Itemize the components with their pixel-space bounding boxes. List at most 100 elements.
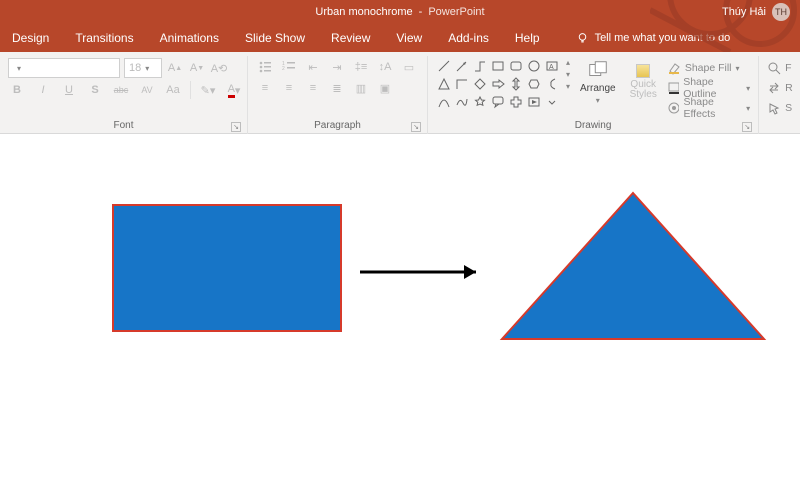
title-bar: Urban monochrome - PowerPoint Thúy Hải T… — [0, 0, 800, 24]
tab-help[interactable]: Help — [515, 31, 540, 45]
gallery-up-icon[interactable]: ▴ — [566, 58, 570, 67]
line-spacing-button[interactable]: ‡≡ — [352, 58, 370, 76]
arrow-right-illustration — [358, 262, 488, 282]
justify-button[interactable]: ≣ — [328, 79, 346, 97]
circle-icon[interactable] — [526, 58, 542, 74]
quick-styles-button[interactable]: Quick Styles — [626, 58, 661, 106]
plus-icon[interactable] — [508, 94, 524, 110]
arrange-button[interactable]: Arrange ▾ — [576, 58, 620, 106]
curve-icon[interactable] — [436, 94, 452, 110]
decrease-font-button[interactable]: A▼ — [188, 59, 206, 77]
hexagon-icon[interactable] — [526, 76, 542, 92]
align-center-button[interactable]: ≡ — [280, 79, 298, 97]
lightbulb-icon — [576, 32, 589, 45]
select-button[interactable]: S — [767, 100, 792, 116]
rectangle-shape[interactable] — [112, 204, 342, 332]
callout-icon[interactable] — [490, 94, 506, 110]
align-right-button[interactable]: ≡ — [304, 79, 322, 97]
arrow-updown-icon[interactable] — [508, 76, 524, 92]
triangle-icon[interactable] — [436, 76, 452, 92]
elbow-icon[interactable] — [454, 76, 470, 92]
shape-fill-button[interactable]: Shape Fill▾ — [667, 60, 750, 76]
tab-animations[interactable]: Animations — [160, 31, 219, 45]
gallery-down-icon[interactable]: ▾ — [566, 70, 570, 79]
text-direction-button[interactable]: ↕A — [376, 58, 394, 76]
app-name: PowerPoint — [428, 6, 484, 18]
tab-view[interactable]: View — [396, 31, 422, 45]
clear-formatting-button[interactable]: A⟲ — [210, 59, 228, 77]
underline-button[interactable]: U — [60, 81, 78, 99]
font-family-combo[interactable]: ▾ — [8, 58, 120, 78]
svg-text:A: A — [549, 64, 554, 71]
text-shadow-button[interactable]: S — [86, 81, 104, 99]
star-icon[interactable] — [472, 94, 488, 110]
increase-font-button[interactable]: A▲ — [166, 59, 184, 77]
font-size-combo[interactable]: 18 ▾ — [124, 58, 162, 78]
svg-text:2: 2 — [282, 66, 285, 72]
separator — [190, 81, 191, 99]
more-shapes-icon[interactable] — [544, 94, 560, 110]
align-left-button[interactable]: ≡ — [256, 79, 274, 97]
columns-button[interactable]: ▥ — [352, 79, 370, 97]
chevron-down-icon: ▾ — [145, 64, 149, 73]
increase-indent-button[interactable]: ⇥ — [328, 58, 346, 76]
tab-slide-show[interactable]: Slide Show — [245, 31, 305, 45]
user-account[interactable]: Thúy Hải TH — [722, 3, 790, 21]
group-editing: F R S — [759, 56, 800, 134]
line-arrow-icon[interactable] — [454, 58, 470, 74]
decrease-indent-button[interactable]: ⇤ — [304, 58, 322, 76]
rounded-rect-icon[interactable] — [508, 58, 524, 74]
group-drawing: A ▴ ▾ ▾ — [428, 56, 759, 134]
numbering-button[interactable]: 12 — [280, 58, 298, 76]
italic-button[interactable]: I — [34, 81, 52, 99]
ribbon: ▾ 18 ▾ A▲ A▼ A⟲ B I U S abc AV Aa ✎▾ — [0, 52, 800, 134]
tell-me-label: Tell me what you want to do — [595, 32, 731, 44]
styles-swatch-icon — [636, 64, 650, 78]
bold-button[interactable]: B — [8, 81, 26, 99]
dialog-launcher-icon[interactable]: ↘ — [411, 122, 421, 132]
doc-name: Urban monochrome — [315, 6, 412, 18]
textbox-icon[interactable]: A — [544, 58, 560, 74]
font-color-button[interactable]: A▾ — [225, 81, 243, 99]
triangle-shape[interactable] — [498, 189, 768, 349]
shapes-gallery[interactable]: A — [436, 58, 560, 110]
tell-me-search[interactable]: Tell me what you want to do — [576, 32, 731, 45]
font-size-value: 18 — [129, 62, 141, 74]
change-case-button[interactable]: Aa — [164, 81, 182, 99]
action-icon[interactable] — [526, 94, 542, 110]
tab-design[interactable]: Design — [12, 31, 49, 45]
strikethrough-button[interactable]: abc — [112, 81, 130, 99]
brace-icon[interactable] — [544, 76, 560, 92]
group-label-paragraph: Paragraph ↘ — [256, 118, 419, 134]
char-spacing-button[interactable]: AV — [138, 81, 156, 99]
gallery-more-icon[interactable]: ▾ — [566, 82, 570, 91]
dialog-launcher-icon[interactable]: ↘ — [742, 122, 752, 132]
dialog-launcher-icon[interactable]: ↘ — [231, 122, 241, 132]
bullets-button[interactable] — [256, 58, 274, 76]
replace-button[interactable]: R — [767, 80, 793, 96]
group-label-font: Font ↘ — [8, 118, 239, 134]
freeform-icon[interactable] — [454, 94, 470, 110]
tab-transitions[interactable]: Transitions — [75, 31, 133, 45]
connector-icon[interactable] — [472, 58, 488, 74]
align-text-button[interactable]: ▭ — [400, 58, 418, 76]
ribbon-tabs: Design Transitions Animations Slide Show… — [0, 24, 800, 52]
shape-outline-button[interactable]: Shape Outline▾ — [667, 80, 750, 96]
chevron-down-icon: ▾ — [17, 64, 21, 73]
group-font: ▾ 18 ▾ A▲ A▼ A⟲ B I U S abc AV Aa ✎▾ — [0, 56, 248, 134]
tab-add-ins[interactable]: Add-ins — [448, 31, 489, 45]
user-avatar: TH — [772, 3, 790, 21]
convert-smartart-button[interactable]: ▣ — [376, 79, 394, 97]
rectangle-icon[interactable] — [490, 58, 506, 74]
line-icon[interactable] — [436, 58, 452, 74]
diamond-icon[interactable] — [472, 76, 488, 92]
group-label-drawing: Drawing ↘ — [436, 118, 750, 134]
arrow-right-icon[interactable] — [490, 76, 506, 92]
highlight-button[interactable]: ✎▾ — [199, 81, 217, 99]
find-button[interactable]: F — [767, 60, 791, 76]
shape-effects-button[interactable]: Shape Effects▾ — [667, 100, 750, 116]
group-paragraph: 12 ⇤ ⇥ ‡≡ ↕A ▭ ≡ ≡ ≡ ≣ ▥ ▣ Paragraph ↘ — [248, 56, 428, 134]
tab-review[interactable]: Review — [331, 31, 370, 45]
slide-canvas[interactable] — [0, 134, 800, 500]
user-name: Thúy Hải — [722, 6, 766, 18]
